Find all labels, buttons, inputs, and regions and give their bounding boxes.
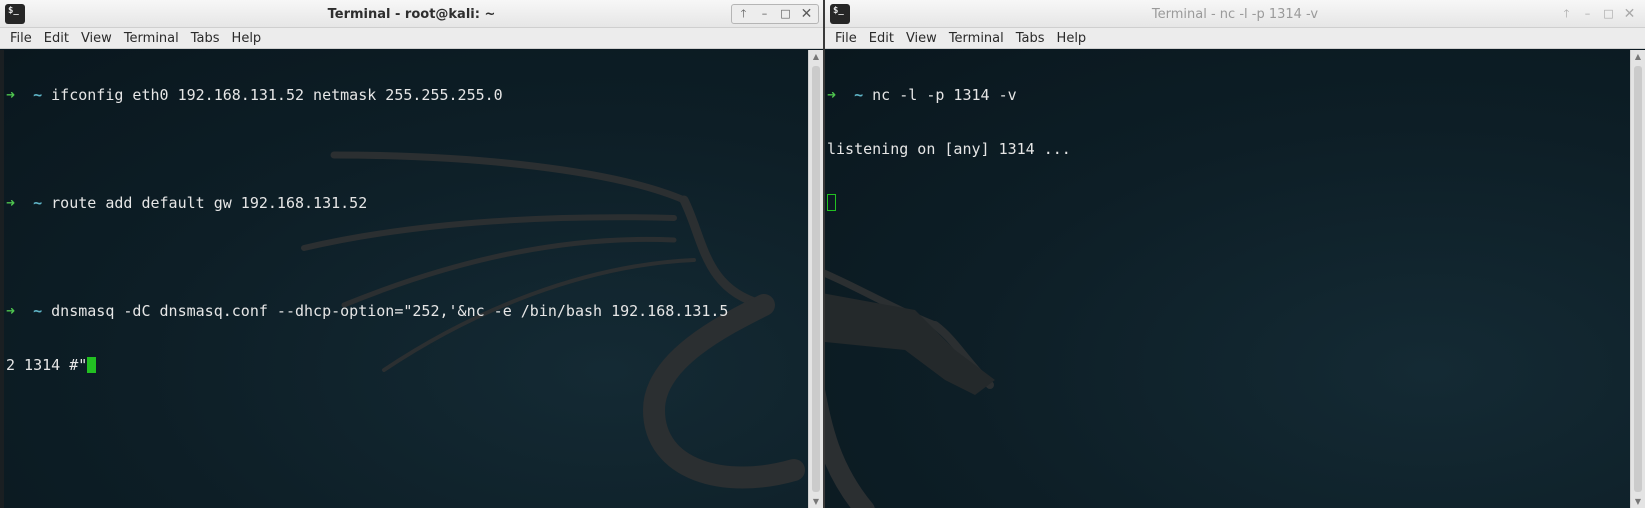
- command-text: route add default gw 192.168.131.52: [51, 194, 368, 212]
- close-button[interactable]: ✕: [1620, 5, 1639, 23]
- close-button[interactable]: ✕: [797, 5, 816, 23]
- terminal-output: ➜ ~ nc -l -p 1314 -v listening on [any] …: [827, 50, 1630, 248]
- menu-edit[interactable]: Edit: [863, 28, 900, 49]
- window-controls: 🡑 – □ ✕: [1557, 5, 1639, 23]
- prompt-arrow-icon: ➜: [6, 194, 16, 212]
- menu-file[interactable]: File: [829, 28, 863, 49]
- menu-tabs[interactable]: Tabs: [1010, 28, 1051, 49]
- scroll-up-arrow-icon[interactable]: ▲: [1631, 52, 1645, 61]
- output-text: listening on [any] 1314 ...: [827, 140, 1071, 158]
- terminal-window-left: $_ Terminal - root@kali: ~ 🡑 – □ ✕ File …: [0, 0, 823, 508]
- window-controls: 🡑 – □ ✕: [731, 4, 819, 24]
- command-text: ifconfig eth0 192.168.131.52 netmask 255…: [51, 86, 503, 104]
- menu-file[interactable]: File: [4, 28, 38, 49]
- minimize-button[interactable]: –: [1578, 5, 1597, 23]
- prompt-arrow-icon: ➜: [827, 86, 837, 104]
- terminal-window-right: $_ Terminal - nc -l -p 1314 -v 🡑 – □ ✕ F…: [825, 0, 1645, 508]
- menu-terminal[interactable]: Terminal: [943, 28, 1010, 49]
- menu-tabs[interactable]: Tabs: [185, 28, 226, 49]
- terminal-output: ➜ ~ ifconfig eth0 192.168.131.52 netmask…: [6, 50, 808, 410]
- text-cursor: [827, 194, 836, 211]
- terminal-line: ➜ ~ route add default gw 192.168.131.52: [6, 194, 808, 212]
- terminal-line: ➜ ~ nc -l -p 1314 -v: [827, 86, 1630, 104]
- terminal-line: ➜ ~ ifconfig eth0 192.168.131.52 netmask…: [6, 86, 808, 104]
- terminal-line: listening on [any] 1314 ...: [827, 140, 1630, 158]
- maximize-button[interactable]: □: [776, 5, 795, 23]
- terminal-line: ➜ ~ dnsmasq -dC dnsmasq.conf --dhcp-opti…: [6, 302, 808, 320]
- terminal-area[interactable]: ➜ ~ nc -l -p 1314 -v listening on [any] …: [825, 50, 1630, 508]
- menu-terminal[interactable]: Terminal: [118, 28, 185, 49]
- keep-above-button[interactable]: 🡑: [1557, 5, 1576, 23]
- prompt-arrow-icon: ➜: [6, 86, 16, 104]
- vertical-scrollbar[interactable]: ▲ ▼: [808, 50, 823, 508]
- minimize-button[interactable]: –: [755, 5, 774, 23]
- maximize-button[interactable]: □: [1599, 5, 1618, 23]
- menu-help[interactable]: Help: [1051, 28, 1093, 49]
- scroll-down-arrow-icon[interactable]: ▼: [1631, 497, 1645, 506]
- prompt-directory: ~: [33, 86, 43, 104]
- terminal-area[interactable]: ➜ ~ ifconfig eth0 192.168.131.52 netmask…: [0, 50, 808, 508]
- keep-above-button[interactable]: 🡑: [734, 5, 753, 23]
- prompt-directory: ~: [33, 302, 43, 320]
- scroll-thumb[interactable]: [812, 66, 820, 492]
- menu-help[interactable]: Help: [226, 28, 268, 49]
- scroll-down-arrow-icon[interactable]: ▼: [809, 497, 823, 506]
- vertical-scrollbar[interactable]: ▲ ▼: [1630, 50, 1645, 508]
- title-bar[interactable]: $_ Terminal - nc -l -p 1314 -v 🡑 – □ ✕: [825, 0, 1645, 28]
- text-cursor: [87, 357, 97, 373]
- prompt-directory: ~: [854, 86, 864, 104]
- prompt-directory: ~: [33, 194, 43, 212]
- prompt-arrow-icon: ➜: [6, 302, 16, 320]
- menu-edit[interactable]: Edit: [38, 28, 75, 49]
- title-bar[interactable]: $_ Terminal - root@kali: ~ 🡑 – □ ✕: [0, 0, 823, 28]
- window-title: Terminal - root@kali: ~: [327, 7, 496, 22]
- scroll-thumb[interactable]: [1634, 66, 1642, 492]
- menu-bar: File Edit View Terminal Tabs Help: [0, 28, 823, 49]
- menu-view[interactable]: View: [900, 28, 943, 49]
- command-text: nc -l -p 1314 -v: [872, 86, 1017, 104]
- scroll-up-arrow-icon[interactable]: ▲: [809, 52, 823, 61]
- wrapped-command-text: 2 1314 #": [6, 356, 88, 374]
- menu-view[interactable]: View: [75, 28, 118, 49]
- window-title: Terminal - nc -l -p 1314 -v: [1151, 7, 1319, 22]
- menu-bar: File Edit View Terminal Tabs Help: [825, 28, 1645, 49]
- command-text: dnsmasq -dC dnsmasq.conf --dhcp-option="…: [51, 302, 729, 320]
- terminal-line: 2 1314 #": [6, 356, 808, 374]
- terminal-line: [827, 194, 1630, 212]
